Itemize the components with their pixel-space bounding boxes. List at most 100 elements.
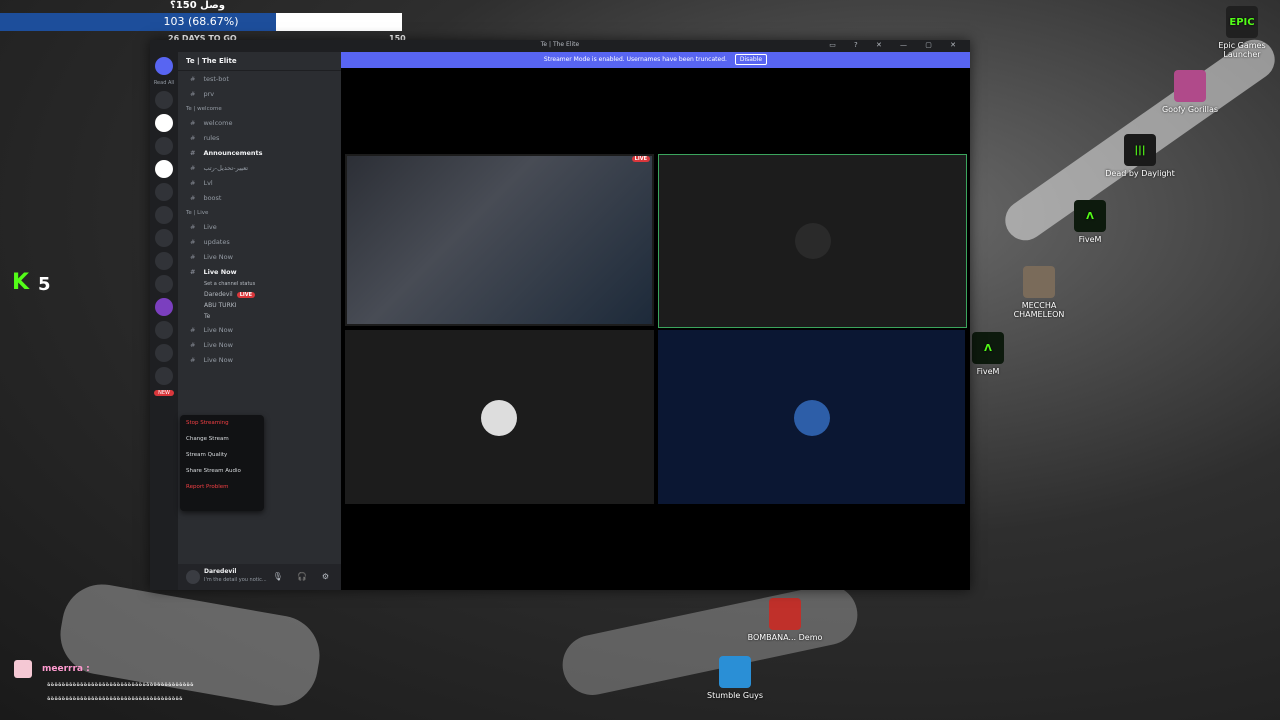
channel-item[interactable]: # Live Now: [178, 337, 341, 352]
participant-tile[interactable]: [658, 330, 965, 504]
channel-label: Live Now: [203, 252, 233, 261]
server-icon[interactable]: [155, 344, 173, 362]
desktop-icon-label: Dead by Daylight: [1105, 169, 1175, 178]
channel-item[interactable]: # welcome: [178, 115, 341, 130]
server-icon[interactable]: [155, 206, 173, 224]
channel-item[interactable]: # Live Now: [178, 249, 341, 264]
stumble-guys-icon: [719, 656, 751, 688]
discord-home-icon[interactable]: [155, 57, 173, 75]
read-all-label[interactable]: Read All: [150, 80, 178, 86]
voice-user[interactable]: Daredevil LIVE: [178, 289, 341, 300]
voice-user-name: Te: [204, 313, 211, 320]
kick-count: 5: [38, 274, 51, 295]
meccha-chameleon-icon: [1023, 266, 1055, 298]
desktop-icon[interactable]: Goofy Gorillas: [1150, 70, 1230, 114]
participant-tile[interactable]: [658, 154, 967, 328]
server-icon[interactable]: [155, 91, 173, 109]
server-icon[interactable]: [155, 183, 173, 201]
set-channel-status[interactable]: Set a channel status: [178, 279, 341, 289]
hash-icon: #: [190, 222, 196, 231]
chat-username: meerrra :: [42, 664, 90, 674]
channel-item[interactable]: # boost: [178, 190, 341, 205]
channel-item[interactable]: # rules: [178, 130, 341, 145]
fivem-icon: Λ: [972, 332, 1004, 364]
window-controls[interactable]: ▭ ? ✕ — ▢ ✕: [829, 41, 964, 49]
user-panel: Daredevil I'm the detail you notic... 🎙 …: [178, 564, 341, 590]
context-menu-item[interactable]: Change Stream: [180, 431, 264, 447]
server-rail: Read All NEW: [150, 52, 178, 590]
chat-message: ةةةةةةةةةةةةةةةةةةةةةةةةةةةةةةةةةةةةة: [47, 694, 183, 702]
avatar: [795, 223, 831, 259]
channel-sidebar: Te | The Elite # test-bot # prv Te | welcome…: [178, 52, 341, 590]
server-icon[interactable]: [155, 229, 173, 247]
new-badge: NEW: [154, 390, 174, 396]
desktop-icon-label: Stumble Guys: [706, 691, 763, 700]
progress-label: 103 (68.67%): [163, 15, 239, 28]
channel-item[interactable]: # Announcements: [178, 145, 341, 160]
avatar[interactable]: [186, 570, 200, 584]
server-icon[interactable]: [155, 298, 173, 316]
channel-label: Live: [203, 222, 217, 231]
bombana-icon: [769, 598, 801, 630]
channel-label: Live Now: [203, 267, 237, 276]
desktop-icon[interactable]: MECCHA CHAMELEON: [999, 266, 1079, 319]
hash-icon: #: [190, 163, 196, 172]
server-icon[interactable]: [155, 114, 173, 132]
disable-button[interactable]: Disable: [734, 54, 768, 65]
channel-label: test-bot: [203, 74, 229, 83]
epic-games-icon: EPIC: [1226, 6, 1258, 38]
server-icon[interactable]: [155, 137, 173, 155]
chat-message: ةةةةةةةةةةةةةةةةةةةةةةةةةةةةةةةةةةةةةةةة: [47, 680, 194, 688]
channel-item[interactable]: # تعيير-تحديل-رتب: [178, 160, 341, 175]
stream-tile[interactable]: LIVE: [345, 154, 654, 326]
guild-header[interactable]: Te | The Elite: [178, 52, 341, 71]
channel-label: welcome: [203, 118, 233, 127]
channel-item[interactable]: # prv: [178, 86, 341, 101]
channel-category[interactable]: Te | welcome: [178, 101, 341, 115]
live-badge: LIVE: [236, 292, 256, 298]
fivem-icon: Λ: [1074, 200, 1106, 232]
stream-stage: Streamer Mode is enabled. Usernames have…: [341, 52, 970, 590]
desktop-icon[interactable]: ||| Dead by Daylight: [1100, 134, 1180, 178]
participant-tile[interactable]: [345, 330, 654, 504]
server-icon[interactable]: [155, 160, 173, 178]
desktop-icon[interactable]: EPIC Epic Games Launcher: [1202, 6, 1280, 59]
discord-window: Te | The Elite ▭ ? ✕ — ▢ ✕ Read All NEW …: [150, 40, 970, 590]
channel-item[interactable]: # Live: [178, 219, 341, 234]
desktop-icon-label: Goofy Gorillas: [1161, 105, 1219, 114]
desktop-icon[interactable]: Λ FiveM: [1050, 200, 1130, 244]
server-icon[interactable]: [155, 367, 173, 385]
context-menu-item[interactable]: Stop Streaming: [180, 415, 264, 431]
hash-icon: #: [190, 118, 196, 127]
channel-item[interactable]: # Live Now: [178, 322, 341, 337]
hash-icon: #: [190, 133, 196, 142]
live-badge: LIVE: [631, 156, 650, 162]
hash-icon: #: [190, 89, 196, 98]
desktop-icon-label: BOMBANA... Demo: [747, 633, 823, 642]
hash-icon: #: [190, 178, 196, 187]
hash-icon: #: [190, 355, 196, 364]
desktop-icon[interactable]: Stumble Guys: [695, 656, 775, 700]
server-icon[interactable]: [155, 275, 173, 293]
server-icon[interactable]: [155, 252, 173, 270]
voice-user[interactable]: ABU TURKI: [178, 300, 341, 311]
channel-label: Live Now: [203, 355, 233, 364]
hash-icon: #: [190, 193, 196, 202]
channel-category[interactable]: Te | Live: [178, 205, 341, 219]
desktop-icon-label: FiveM: [1078, 235, 1102, 244]
channel-item[interactable]: # test-bot: [178, 71, 341, 86]
channel-item[interactable]: # Live Now: [178, 352, 341, 367]
goal-title: وصل 150؟: [170, 0, 225, 11]
kick-logo-icon: K: [12, 270, 30, 295]
desktop-icon[interactable]: BOMBANA... Demo: [745, 598, 825, 642]
context-menu-item[interactable]: Report Problem: [180, 479, 264, 495]
channel-item[interactable]: # Lvl: [178, 175, 341, 190]
channel-item[interactable]: # Live Now: [178, 264, 341, 279]
desktop-icon-label: Epic Games Launcher: [1218, 41, 1266, 59]
channel-item[interactable]: # updates: [178, 234, 341, 249]
voice-user[interactable]: Te: [178, 311, 341, 322]
context-menu-item[interactable]: Stream Quality: [180, 447, 264, 463]
context-menu-item[interactable]: Share Stream Audio: [180, 463, 264, 479]
mic-headset-settings-icons[interactable]: 🎙 🎧 ⚙: [273, 572, 335, 581]
server-icon[interactable]: [155, 321, 173, 339]
